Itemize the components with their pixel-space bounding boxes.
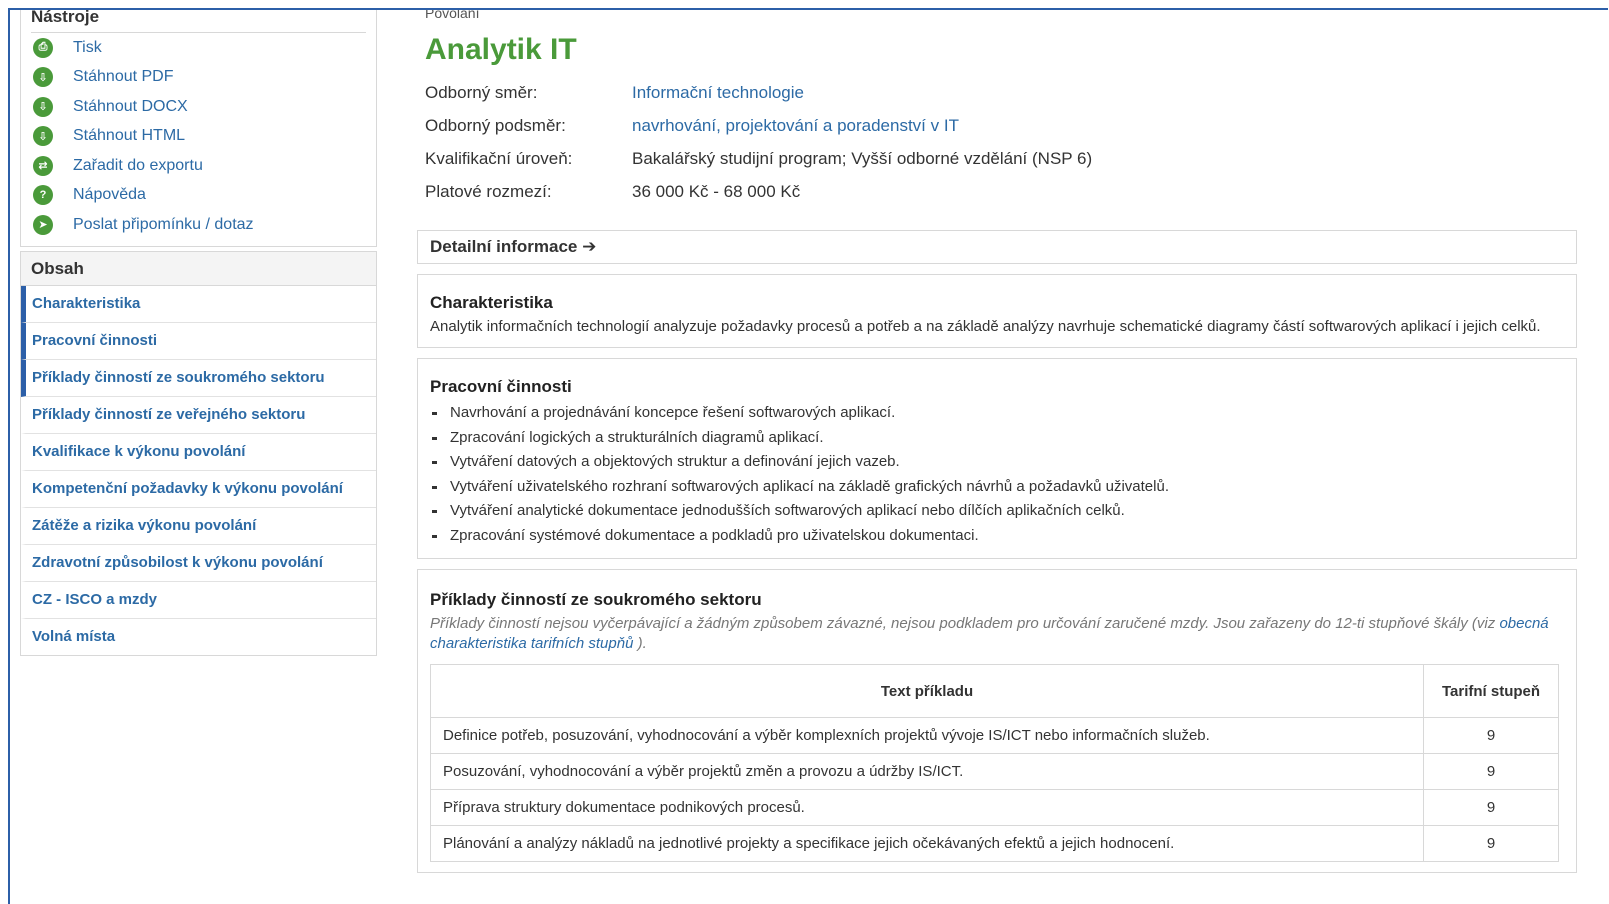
tool-label: Stáhnout DOCX bbox=[73, 97, 188, 115]
docx-icon: ⇩ bbox=[33, 96, 53, 117]
column-header-grade: Tarifní stupeň bbox=[1423, 664, 1559, 718]
private-examples-title: Příklady činností ze soukromého sektoru bbox=[430, 590, 762, 609]
activity-item: Navrhování a projednávání koncepce řešen… bbox=[430, 401, 1564, 426]
example-text-cell: Posuzování, vyhodnocování a výběr projek… bbox=[430, 753, 1424, 790]
toc-item[interactable]: Zátěže a rizika výkonu povolání bbox=[21, 508, 376, 545]
pdf-icon: ⇩ bbox=[33, 67, 53, 88]
export-icon: ⇄ bbox=[33, 155, 53, 176]
examples-table-body: Definice potřeb, posuzování, vyhodnocová… bbox=[430, 717, 1559, 862]
characteristics-text: Analytik informačních technologií analyz… bbox=[430, 318, 1541, 335]
detail-info-button[interactable]: Detailní informace ➔ bbox=[430, 237, 596, 257]
tools-list: ⎙ Tisk ⇩ Stáhnout PDF ⇩ Stáhnout DOCX ⇩ Stáhnou… bbox=[31, 33, 366, 240]
tariff-grade-cell: 9 bbox=[1423, 717, 1559, 754]
table-header-row: Text příkladu Tarifní stupeň bbox=[430, 664, 1559, 718]
page-title: Analytik IT bbox=[425, 33, 577, 66]
property-value: 36 000 Kč - 68 000 Kč bbox=[632, 182, 801, 201]
activity-item: Vytváření uživatelského rozhraní softwar… bbox=[430, 475, 1564, 500]
tool-item[interactable]: ⇩ Stáhnout DOCX bbox=[31, 92, 366, 122]
property-row: Odborný směr: Informační technologie bbox=[425, 76, 1577, 109]
tool-label: Nápověda bbox=[73, 186, 146, 204]
tool-item[interactable]: ➤ Poslat připomínku / dotaz bbox=[31, 210, 366, 240]
sidebar: Nástroje ⎙ Tisk ⇩ Stáhnout PDF ⇩ Stáhnout DOC… bbox=[20, 10, 377, 656]
toc-item[interactable]: CZ - ISCO a mzdy bbox=[21, 582, 376, 619]
tool-label: Tisk bbox=[73, 38, 102, 56]
tool-label: Stáhnout HTML bbox=[73, 127, 186, 145]
table-row: Plánování a analýzy nákladů na jednotliv… bbox=[430, 825, 1559, 862]
tariff-grade-cell: 9 bbox=[1423, 789, 1559, 826]
html-icon: ⇩ bbox=[33, 126, 53, 147]
example-text-cell: Plánování a analýzy nákladů na jednotliv… bbox=[430, 825, 1424, 862]
breadcrumb[interactable]: Povolání bbox=[425, 10, 1577, 22]
tool-label: Poslat připomínku / dotaz bbox=[73, 215, 254, 233]
toc-item[interactable]: Kvalifikace k výkonu povolání bbox=[21, 434, 376, 471]
main-content: Povolání Analytik IT Odborný směr: Inform… bbox=[417, 10, 1577, 873]
example-text-cell: Definice potřeb, posuzování, vyhodnocová… bbox=[430, 717, 1424, 754]
toc-item[interactable]: Charakteristika bbox=[21, 285, 376, 323]
property-label: Odborný podsměr: bbox=[425, 116, 566, 135]
toc-list: Charakteristika Pracovní činnosti Příklady… bbox=[21, 285, 376, 655]
property-value[interactable]: navrhování, projektování a poradenství v… bbox=[632, 109, 959, 142]
toc-item[interactable]: Příklady činností ze veřejného sektoru bbox=[21, 397, 376, 434]
activity-item: Vytváření datových a objektových struktu… bbox=[430, 450, 1564, 475]
tool-item[interactable]: ⇩ Stáhnout HTML bbox=[31, 122, 366, 152]
tool-item[interactable]: ⇄ Zařadit do exportu bbox=[31, 151, 366, 181]
property-label: Platové rozmezí: bbox=[425, 182, 552, 201]
activity-item: Zpracování systémové dokumentace a podkl… bbox=[430, 524, 1564, 549]
tools-panel: Nástroje ⎙ Tisk ⇩ Stáhnout PDF ⇩ Stáhnout DOC… bbox=[20, 10, 377, 247]
characteristics-title: Charakteristika bbox=[430, 293, 553, 312]
detail-info-bar: Detailní informace ➔ bbox=[417, 230, 1577, 264]
activities-title: Pracovní činnosti bbox=[430, 377, 572, 396]
toc-title: Obsah bbox=[21, 251, 376, 286]
tool-label: Stáhnout PDF bbox=[73, 68, 174, 86]
tariff-grade-cell: 9 bbox=[1423, 753, 1559, 790]
tariff-grade-cell: 9 bbox=[1423, 825, 1559, 862]
table-of-contents: Obsah Charakteristika Pracovní činnosti Př… bbox=[20, 250, 377, 656]
occupation-properties: Odborný směr: Informační technologie Odbor… bbox=[425, 76, 1577, 208]
property-label: Kvalifikační úroveň: bbox=[425, 149, 573, 168]
property-row: Kvalifikační úroveň: Bakalářský studijní … bbox=[425, 142, 1577, 175]
tools-title: Nástroje bbox=[31, 10, 366, 33]
tool-label: Zařadit do exportu bbox=[73, 156, 203, 174]
send-icon: ➤ bbox=[33, 214, 53, 235]
toc-item[interactable]: Kompetenční požadavky k výkonu povolání bbox=[21, 471, 376, 508]
column-header-text: Text příkladu bbox=[430, 664, 1424, 718]
property-row: Odborný podsměr: navrhování, projektování… bbox=[425, 109, 1577, 142]
examples-table: Text příkladu Tarifní stupeň Definice po… bbox=[430, 664, 1559, 862]
activities-panel: Pracovní činnosti Navrhování a projednáv… bbox=[417, 358, 1577, 559]
toc-item[interactable]: Zdravotní způsobilost k výkonu povolání bbox=[21, 545, 376, 582]
help-icon: ? bbox=[33, 185, 53, 206]
examples-note-text: Příklady činností nejsou vyčerpávající a… bbox=[430, 615, 1500, 632]
example-text-cell: Příprava struktury dokumentace podnikový… bbox=[430, 789, 1424, 826]
table-row: Příprava struktury dokumentace podnikový… bbox=[430, 789, 1559, 826]
activities-list: Navrhování a projednávání koncepce řešen… bbox=[430, 401, 1564, 548]
toc-item[interactable]: Příklady činností ze soukromého sektoru bbox=[21, 359, 376, 397]
tool-item[interactable]: ⎙ Tisk bbox=[31, 33, 366, 63]
examples-note: Příklady činností nejsou vyčerpávající a… bbox=[430, 614, 1564, 654]
activity-item: Vytváření analytické dokumentace jednodu… bbox=[430, 499, 1564, 524]
toc-item[interactable]: Pracovní činnosti bbox=[21, 322, 376, 360]
characteristics-panel: Charakteristika Analytik informačních te… bbox=[417, 274, 1577, 348]
property-value[interactable]: Informační technologie bbox=[632, 76, 804, 109]
tool-item[interactable]: ⇩ Stáhnout PDF bbox=[31, 63, 366, 93]
property-value: Bakalářský studijní program; Vyšší odbor… bbox=[632, 149, 1093, 168]
property-row: Platové rozmezí: 36 000 Kč - 68 000 Kč bbox=[425, 175, 1577, 208]
table-row: Posuzování, vyhodnocování a výběr projek… bbox=[430, 753, 1559, 790]
print-icon: ⎙ bbox=[33, 37, 53, 58]
tool-item[interactable]: ? Nápověda bbox=[31, 181, 366, 211]
activity-item: Zpracování logických a strukturálních di… bbox=[430, 426, 1564, 451]
property-label: Odborný směr: bbox=[425, 83, 538, 102]
table-row: Definice potřeb, posuzování, vyhodnocová… bbox=[430, 717, 1559, 754]
toc-item[interactable]: Volná místa bbox=[21, 619, 376, 655]
page-frame: Nástroje ⎙ Tisk ⇩ Stáhnout PDF ⇩ Stáhnout DOC… bbox=[8, 8, 1608, 904]
column-header-grade-label: Tarifní stupeň bbox=[1441, 682, 1541, 700]
private-examples-panel: Příklady činností ze soukromého sektoru … bbox=[417, 569, 1577, 873]
examples-note-end: ). bbox=[633, 635, 647, 652]
